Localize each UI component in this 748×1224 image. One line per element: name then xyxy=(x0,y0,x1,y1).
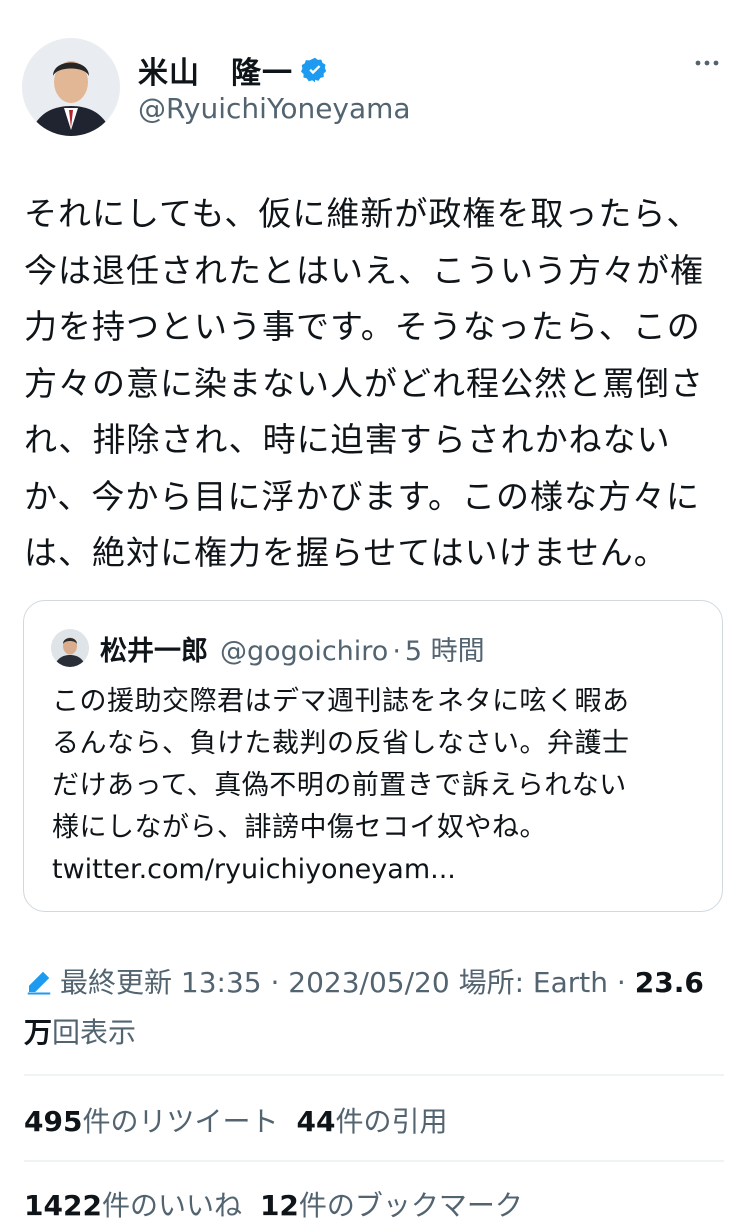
likes-label: 件のいいね xyxy=(101,1189,242,1222)
quoted-author-handle: @gogoichiro xyxy=(220,636,389,667)
author-name-row: 米山 隆一 xyxy=(138,48,329,92)
views-label: 回表示 xyxy=(52,1016,137,1049)
tweet-text: それにしても、仮に維新が政権を取ったら、 今は退任されたとはいえ、こういう方々が… xyxy=(24,194,704,572)
quoted-tweet[interactable]: 松井一郎 @gogoichiro · 5 時間 この援助交際君はデマ週刊誌をネタ… xyxy=(23,600,723,912)
quoted-author-avatar xyxy=(51,629,89,667)
quotes-count: 44 xyxy=(296,1105,336,1138)
more-icon[interactable] xyxy=(692,48,722,78)
engagement-stats: 1422件のいいね 12件のブックマーク xyxy=(24,1184,523,1224)
quoted-header: 松井一郎 @gogoichiro · 5 時間 xyxy=(100,629,485,668)
views-count-2: 万 xyxy=(24,1016,53,1049)
quoted-separator: · xyxy=(392,636,401,667)
bookmarks-label: 件のブックマーク xyxy=(298,1189,523,1222)
quotes-label: 件の引用 xyxy=(335,1105,448,1138)
likes-count: 1422 xyxy=(24,1189,102,1222)
quoted-text: この援助交際君はデマ週刊誌をネタに呟く暇あ るんなら、負けた裁判の反省しなさい。… xyxy=(52,686,630,843)
bookmarks-count: 12 xyxy=(259,1189,299,1222)
repost-stats: 495件のリツイート 44件の引用 xyxy=(24,1100,447,1140)
quoted-author-name: 松井一郎 xyxy=(100,636,208,667)
likes-stat[interactable]: 1422件のいいね xyxy=(24,1189,242,1222)
verified-badge-icon xyxy=(301,56,329,84)
tweet-meta: 最終更新 13:35 · 2023/05/20 場所: Earth · 23.6… xyxy=(24,958,724,1058)
author-name[interactable]: 米山 隆一 xyxy=(138,48,293,92)
edit-pencil-icon xyxy=(24,963,54,995)
quoted-link[interactable]: twitter.com/ryuichiyoneyam... xyxy=(52,849,456,891)
divider xyxy=(24,1074,724,1076)
last-updated[interactable]: 最終更新 13:35 · 2023/05/20 xyxy=(60,966,450,999)
divider xyxy=(24,1160,724,1162)
tweet-header: 米山 隆一 @RyuichiYoneyama xyxy=(22,38,726,138)
location: 場所: Earth · xyxy=(458,966,626,999)
author-avatar[interactable] xyxy=(22,38,120,136)
retweets-count: 495 xyxy=(24,1105,83,1138)
author-handle[interactable]: @RyuichiYoneyama xyxy=(138,92,411,125)
retweets-label: 件のリツイート xyxy=(82,1105,279,1138)
quoted-timestamp: 5 時間 xyxy=(404,636,485,667)
bookmarks-stat[interactable]: 12件のブックマーク xyxy=(260,1189,523,1222)
retweets-stat[interactable]: 495件のリツイート xyxy=(24,1105,278,1138)
quotes-stat[interactable]: 44件の引用 xyxy=(296,1105,447,1138)
views-count-1: 23.6 xyxy=(634,966,704,999)
